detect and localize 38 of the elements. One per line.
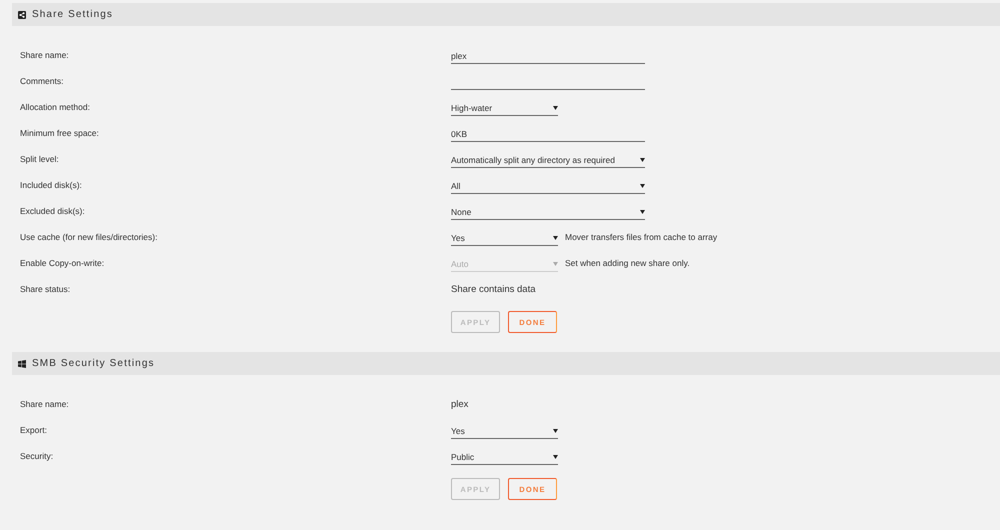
field-label: Comments: xyxy=(20,76,64,86)
hint-text: Mover transfers files from cache to array xyxy=(565,232,718,242)
text-field[interactable]: plex xyxy=(451,46,645,64)
field-label: Enable Copy-on-write: xyxy=(20,258,106,268)
field-label: Excluded disk(s): xyxy=(20,206,86,216)
hint-text: Set when adding new share only. xyxy=(565,258,690,268)
caret-icon xyxy=(640,184,645,188)
share-icon xyxy=(18,10,26,18)
caret-icon xyxy=(553,454,558,458)
dropdown-field[interactable]: Automatically split any directory as required xyxy=(451,150,645,168)
field-label: Minimum free space: xyxy=(20,128,100,138)
dropdown-field[interactable]: All xyxy=(451,176,645,194)
dropdown-field[interactable]: Yes xyxy=(451,228,558,246)
field-label: Allocation method: xyxy=(20,102,91,112)
field-label: Split level: xyxy=(20,154,60,164)
field-label: Share name: xyxy=(20,399,70,409)
caret-icon xyxy=(553,236,558,240)
field-label: Use cache (for new files/directories): xyxy=(20,232,158,242)
status-text: Share contains data xyxy=(451,284,536,294)
caret-icon xyxy=(640,210,645,214)
status-text: plex xyxy=(451,398,468,410)
field-label: Included disk(s): xyxy=(20,180,83,190)
field-label: Security: xyxy=(20,451,54,461)
caret-icon xyxy=(553,428,558,432)
windows-icon xyxy=(18,360,26,368)
dropdown-field[interactable]: High-water xyxy=(451,98,558,116)
section-title: SMB Security Settings xyxy=(32,358,155,369)
field-label: Export: xyxy=(20,425,48,435)
dropdown-field[interactable]: None xyxy=(451,202,645,220)
field-label: Share status: xyxy=(20,284,72,294)
caret-icon xyxy=(640,158,645,162)
dropdown-field[interactable]: Yes xyxy=(451,421,558,439)
text-field[interactable]: 0KB xyxy=(451,124,645,142)
caret-icon xyxy=(553,262,558,266)
section-title: Share Settings xyxy=(32,9,113,20)
caret-icon xyxy=(553,106,558,110)
dropdown-field[interactable]: Public xyxy=(451,447,558,465)
field-label: Share name: xyxy=(20,50,70,60)
